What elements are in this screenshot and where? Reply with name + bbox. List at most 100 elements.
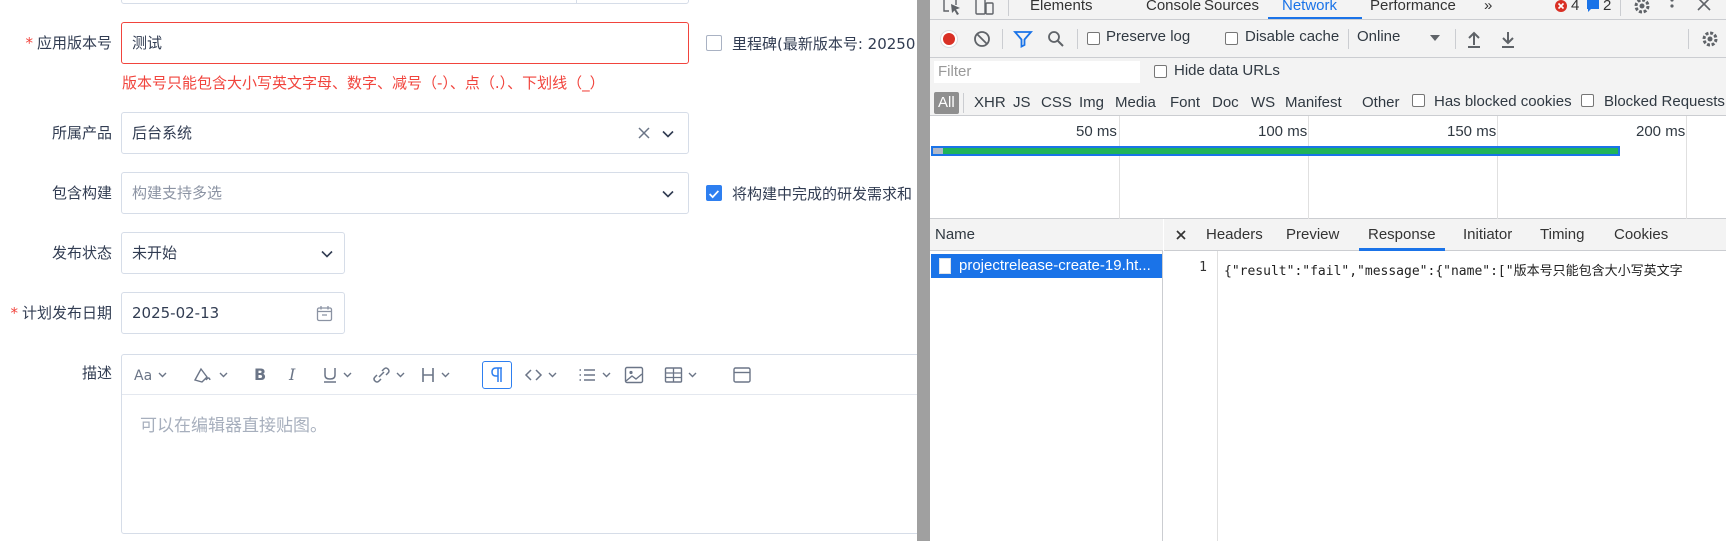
filter-icon[interactable] — [1013, 30, 1033, 48]
bold-button[interactable]: B — [252, 361, 268, 389]
product-select[interactable]: 后台系统 — [121, 112, 689, 154]
tab-performance[interactable]: Performance — [1370, 0, 1456, 14]
clear-log-icon[interactable] — [973, 30, 991, 48]
top-partial-field — [121, 0, 689, 4]
chevron-down-icon[interactable] — [661, 187, 675, 201]
milestone-checkbox[interactable] — [706, 35, 722, 51]
table-icon — [664, 367, 697, 383]
type-filter-js[interactable]: JS — [1013, 94, 1031, 111]
milestone-label: 里程碑(最新版本号: 202501 — [732, 35, 917, 53]
message-icon[interactable] — [1586, 0, 1600, 13]
tab-cookies[interactable]: Cookies — [1614, 226, 1668, 243]
underline-button[interactable] — [322, 361, 354, 389]
request-row[interactable]: projectrelease-create-19.ht... — [931, 254, 1162, 278]
error-icon[interactable] — [1554, 0, 1568, 13]
kebab-menu-icon[interactable] — [1668, 0, 1676, 15]
detail-tab-bar: Headers Preview Response Initiator Timin… — [1164, 219, 1726, 251]
font-size-button[interactable]: Aa — [134, 361, 168, 389]
top-partial-divider — [576, 0, 577, 4]
chevron-down-icon[interactable] — [661, 127, 675, 141]
throttling-select[interactable]: Online — [1357, 28, 1400, 45]
inspect-icon[interactable] — [942, 0, 964, 16]
preserve-log-checkbox[interactable] — [1087, 32, 1100, 45]
tab-elements[interactable]: Elements — [1030, 0, 1093, 14]
check-icon — [709, 190, 720, 199]
code-button[interactable] — [524, 361, 560, 389]
type-filter-other[interactable]: Other — [1362, 94, 1400, 111]
more-tabs-button[interactable]: » — [1484, 0, 1492, 14]
import-har-icon[interactable] — [1465, 29, 1483, 49]
tab-initiator[interactable]: Initiator — [1463, 226, 1512, 243]
type-filter-img[interactable]: Img — [1079, 94, 1104, 111]
has-blocked-cookies-checkbox[interactable] — [1412, 94, 1425, 107]
status-select[interactable]: 未开始 — [121, 232, 345, 274]
devtools-tab-bar: Elements Console Sources Network Perform… — [930, 0, 1726, 20]
color-fill-icon — [193, 367, 228, 383]
tab-console[interactable]: Console — [1146, 0, 1201, 14]
name-column-header[interactable]: Name — [930, 219, 1163, 251]
tab-network[interactable]: Network — [1282, 0, 1337, 14]
tab-preview[interactable]: Preview — [1286, 226, 1339, 243]
blocked-requests-checkbox[interactable] — [1581, 94, 1594, 107]
heading-button[interactable] — [420, 361, 454, 389]
tab-response[interactable]: Response — [1368, 226, 1436, 243]
requests-split-area: Name projectrelease-create-19.ht... Head… — [930, 219, 1726, 541]
tab-headers[interactable]: Headers — [1206, 226, 1263, 243]
type-filter-manifest[interactable]: Manifest — [1285, 94, 1342, 111]
tab-timing[interactable]: Timing — [1540, 226, 1584, 243]
type-filter-css[interactable]: CSS — [1041, 94, 1072, 111]
clear-icon[interactable] — [637, 126, 651, 140]
filter-input[interactable]: Filter — [934, 61, 1140, 83]
type-filter-media[interactable]: Media — [1115, 94, 1156, 111]
separator — [1008, 0, 1009, 16]
font-size-icon: Aa — [134, 368, 167, 383]
list-button[interactable] — [578, 361, 614, 389]
network-overview[interactable]: 50 ms 100 ms 150 ms 200 ms — [930, 116, 1726, 219]
text-color-button[interactable] — [192, 361, 230, 389]
hide-data-urls-checkbox[interactable] — [1154, 65, 1167, 78]
template-button[interactable] — [732, 361, 752, 389]
close-detail-icon[interactable] — [1175, 229, 1187, 241]
disable-cache-checkbox[interactable] — [1225, 32, 1238, 45]
type-filter-all[interactable]: All — [934, 92, 959, 114]
timeline-gridline — [1497, 116, 1498, 219]
template-icon — [733, 367, 751, 383]
calendar-icon[interactable] — [316, 305, 333, 322]
gear-icon[interactable] — [1633, 0, 1651, 15]
search-icon[interactable] — [1047, 30, 1065, 48]
caret-down-icon[interactable] — [1429, 34, 1441, 42]
type-filter-ws[interactable]: WS — [1251, 94, 1275, 111]
preserve-log-label: Preserve log — [1106, 28, 1191, 45]
record-icon[interactable] — [939, 29, 959, 49]
table-button[interactable] — [664, 361, 700, 389]
line-number-gutter: 1 — [1164, 251, 1218, 541]
timeline-tick: 150 ms — [1447, 123, 1497, 140]
tab-sources[interactable]: Sources — [1204, 0, 1259, 14]
include-stories-checkbox[interactable] — [706, 185, 722, 201]
type-filter-font[interactable]: Font — [1170, 94, 1200, 111]
builds-select[interactable]: 构建支持多选 — [121, 172, 689, 214]
version-input[interactable]: 测试 — [121, 22, 689, 64]
description-editor[interactable]: Aa B I 可以在编辑器直接贴图。 — [121, 354, 917, 534]
pilcrow-icon — [491, 367, 502, 382]
date-input[interactable]: 2025-02-13 — [121, 292, 345, 334]
chevron-down-icon[interactable] — [320, 247, 334, 261]
separator — [1002, 29, 1003, 49]
close-icon[interactable] — [1696, 0, 1712, 13]
date-input-value: 2025-02-13 — [132, 304, 220, 322]
type-filter-doc[interactable]: Doc — [1212, 94, 1239, 111]
image-button[interactable] — [624, 361, 644, 389]
line-number: 1 — [1199, 260, 1207, 275]
required-mark: * — [25, 34, 33, 52]
link-button[interactable] — [372, 361, 408, 389]
device-toolbar-icon[interactable] — [974, 0, 996, 16]
paragraph-button[interactable] — [482, 361, 512, 389]
svg-text:Aa: Aa — [134, 368, 152, 383]
type-filter-xhr[interactable]: XHR — [974, 94, 1006, 111]
scrollbar[interactable] — [917, 0, 930, 541]
export-har-icon[interactable] — [1499, 29, 1517, 49]
request-name: projectrelease-create-19.ht... — [959, 257, 1151, 274]
response-body[interactable]: {"result":"fail","message":{"name":["版本号… — [1224, 260, 1683, 279]
italic-button[interactable]: I — [286, 361, 300, 389]
network-settings-icon[interactable] — [1701, 30, 1719, 48]
